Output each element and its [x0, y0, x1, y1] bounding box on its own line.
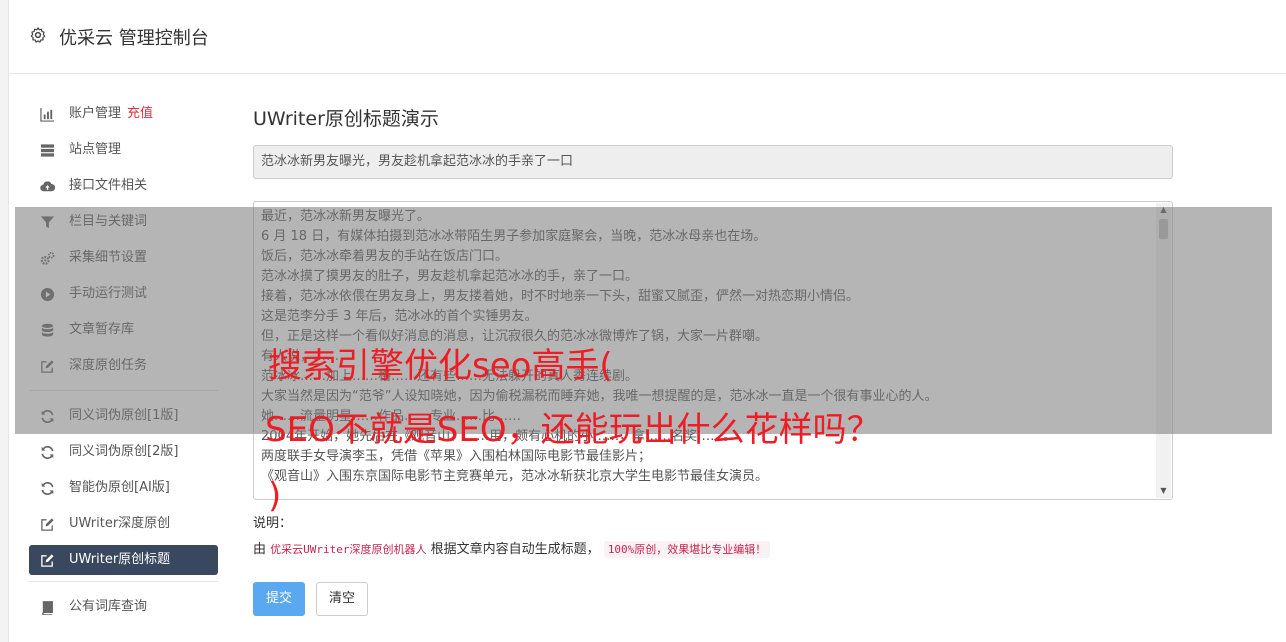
sidebar-item-columns-keywords[interactable]: 栏目与关键词 [29, 204, 218, 240]
sidebar-item-label: 站点管理 [69, 142, 122, 157]
gear-icon [30, 27, 46, 43]
sidebar-item-synonym-v2[interactable]: 同义词伪原创[2版] [29, 434, 218, 470]
sidebar-item-account[interactable]: 账户管理 充值 [29, 96, 218, 132]
sidebar-item-public-lexicon[interactable]: 公有词库查询 [29, 589, 218, 625]
textarea-scrollbar[interactable]: ▲ ▼ [1156, 203, 1171, 498]
sidebar-item-label: 栏目与关键词 [69, 214, 148, 229]
sidebar-item-label: 文章暂存库 [69, 322, 135, 337]
sidebar-item-interface-files[interactable]: 接口文件相关 [29, 168, 218, 204]
article-line: 接着，范冰冰依偎在男友身上，男友搂着她，时不时地亲一下头，甜蜜又腻歪，俨然一对热… [261, 289, 860, 304]
article-text: 最近，范冰冰新男友曝光了。 6 月 18 日，有媒体拍摄到范冰冰带陌生男子参加家… [254, 202, 1172, 487]
sidebar-item-uwriter-title[interactable]: UWriter原创标题 [29, 545, 218, 575]
scroll-down-arrow-icon[interactable]: ▼ [1156, 484, 1171, 498]
article-line: 两度联手女导演李玉，凭借《苹果》入围柏林国际电影节最佳影片； [261, 449, 652, 464]
refresh-icon [41, 409, 54, 424]
top-header: 优采云 管理控制台 [9, 0, 1286, 74]
note-prefix: 由 [253, 542, 267, 557]
edit-icon [41, 554, 54, 567]
page-title: UWriter原创标题演示 [253, 108, 439, 130]
sidebar-item-uwriter-deep[interactable]: UWriter深度原创 [29, 506, 218, 542]
cogs-icon [40, 251, 55, 265]
main-content: UWriter原创标题演示 范冰冰新男友曝光，男友趁机拿起范冰冰的手亲了一口 最… [253, 104, 1173, 616]
article-line: 但，正是这样一个看似好消息的消息，让沉寂很久的范冰冰微博炸了锅，大家一片群嘲。 [261, 329, 769, 344]
note-middle: 根据文章内容自动生成标题， [430, 542, 600, 557]
bar-chart-icon [40, 107, 55, 122]
database-icon [41, 323, 54, 337]
scroll-up-arrow-icon[interactable]: ▲ [1156, 203, 1171, 217]
refresh-icon [41, 445, 54, 460]
article-line: 饭后，范冰冰牵着男友的手站在饭店门口。 [261, 249, 509, 264]
note-label: 说明： [253, 516, 293, 531]
filter-icon [40, 216, 55, 229]
sidebar: 账户管理 充值 站点管理 接口文件相关 栏目与关键词 采集细节设置 手动运行测试 … [29, 96, 218, 625]
cloud-upload-icon [40, 181, 55, 192]
original-badge: 100%原创，效果堪比专业编辑！ [603, 541, 771, 558]
article-line: 6 月 18 日，有媒体拍摄到范冰冰带陌生男子参加家庭聚会，当晚，范冰冰母亲也在… [261, 229, 767, 244]
sidebar-item-label: 智能伪原创[AI版] [69, 480, 170, 495]
sidebar-item-label: UWriter深度原创 [69, 516, 171, 531]
sidebar-item-label: 深度原创任务 [69, 358, 148, 373]
sidebar-item-collection-settings[interactable]: 采集细节设置 [29, 240, 218, 276]
sidebar-item-label: 同义词伪原创[1版] [69, 408, 179, 423]
console-title: 优采云 管理控制台 [59, 28, 209, 49]
sidebar-divider [29, 581, 218, 582]
play-circle-icon [40, 287, 55, 302]
article-textarea[interactable]: 最近，范冰冰新男友曝光了。 6 月 18 日，有媒体拍摄到范冰冰带陌生男子参加家… [253, 201, 1173, 500]
action-buttons: 提交 清空 [253, 582, 1173, 616]
article-line: 《观音山》入围东京国际电影节主竞赛单元，范冰冰斩获北京大学生电影节最佳女演员。 [261, 469, 769, 484]
sidebar-item-label: 采集细节设置 [69, 250, 148, 265]
server-icon [40, 144, 55, 157]
sidebar-item-ai-rewrite[interactable]: 智能伪原创[AI版] [29, 470, 218, 506]
article-line: 最近，范冰冰新男友曝光了。 [261, 209, 431, 224]
article-line: 有人说，…… [261, 349, 340, 364]
sidebar-item-label: UWriter原创标题 [69, 552, 171, 567]
robot-name: 优采云UWriter深度原创机器人 [270, 543, 427, 556]
article-line: 她……流量明星……作品……专业……比…… [261, 409, 522, 424]
article-line: 2004年开始，她先后在《观音山》……用，颇有心机的小……，拿……名奖……。 [261, 429, 737, 444]
article-line: 范冰冰……加上……格……还有些……无法躲开的真人秀连续剧。 [261, 369, 639, 384]
refresh-icon [41, 481, 54, 496]
sidebar-item-manual-test[interactable]: 手动运行测试 [29, 276, 218, 312]
title-field[interactable]: 范冰冰新男友曝光，男友趁机拿起范冰冰的手亲了一口 [253, 145, 1173, 179]
sidebar-item-deep-original-task[interactable]: 深度原创任务 [29, 348, 218, 384]
submit-button[interactable]: 提交 [253, 582, 306, 616]
edit-icon [41, 518, 54, 531]
sidebar-item-label: 接口文件相关 [69, 178, 148, 193]
sidebar-item-synonym-v1[interactable]: 同义词伪原创[1版] [29, 398, 218, 434]
sidebar-item-label: 账户管理 [69, 106, 122, 121]
article-line: 范冰冰摸了摸男友的肚子，男友趁机拿起范冰冰的手，亲了一口。 [261, 269, 639, 284]
book-icon [42, 601, 53, 615]
sidebar-item-article-storage[interactable]: 文章暂存库 [29, 312, 218, 348]
article-line: 这是范李分手 3 年后，范冰冰的首个实锤男友。 [261, 309, 538, 324]
recharge-link[interactable]: 充值 [127, 106, 153, 121]
scrollbar-thumb[interactable] [1159, 219, 1168, 239]
clear-button[interactable]: 清空 [316, 582, 369, 616]
sidebar-item-sites[interactable]: 站点管理 [29, 132, 218, 168]
sidebar-divider [29, 390, 218, 391]
sidebar-item-label: 同义词伪原创[2版] [69, 444, 179, 459]
sidebar-item-label: 公有词库查询 [69, 599, 148, 614]
console-panel: 优采云 管理控制台 账户管理 充值 站点管理 接口文件相关 栏目与关键词 采集细节… [8, 0, 1286, 642]
edit-icon [41, 360, 54, 373]
article-line: 大家当然是因为“范爷”人设知晓她，因为偷税漏税而睡弃她，我唯一想提醒的是，范冰冰… [261, 389, 938, 404]
note-text: 由 优采云UWriter深度原创机器人 根据文章内容自动生成标题， 100%原创… [253, 539, 1173, 561]
sidebar-item-label: 手动运行测试 [69, 286, 148, 301]
